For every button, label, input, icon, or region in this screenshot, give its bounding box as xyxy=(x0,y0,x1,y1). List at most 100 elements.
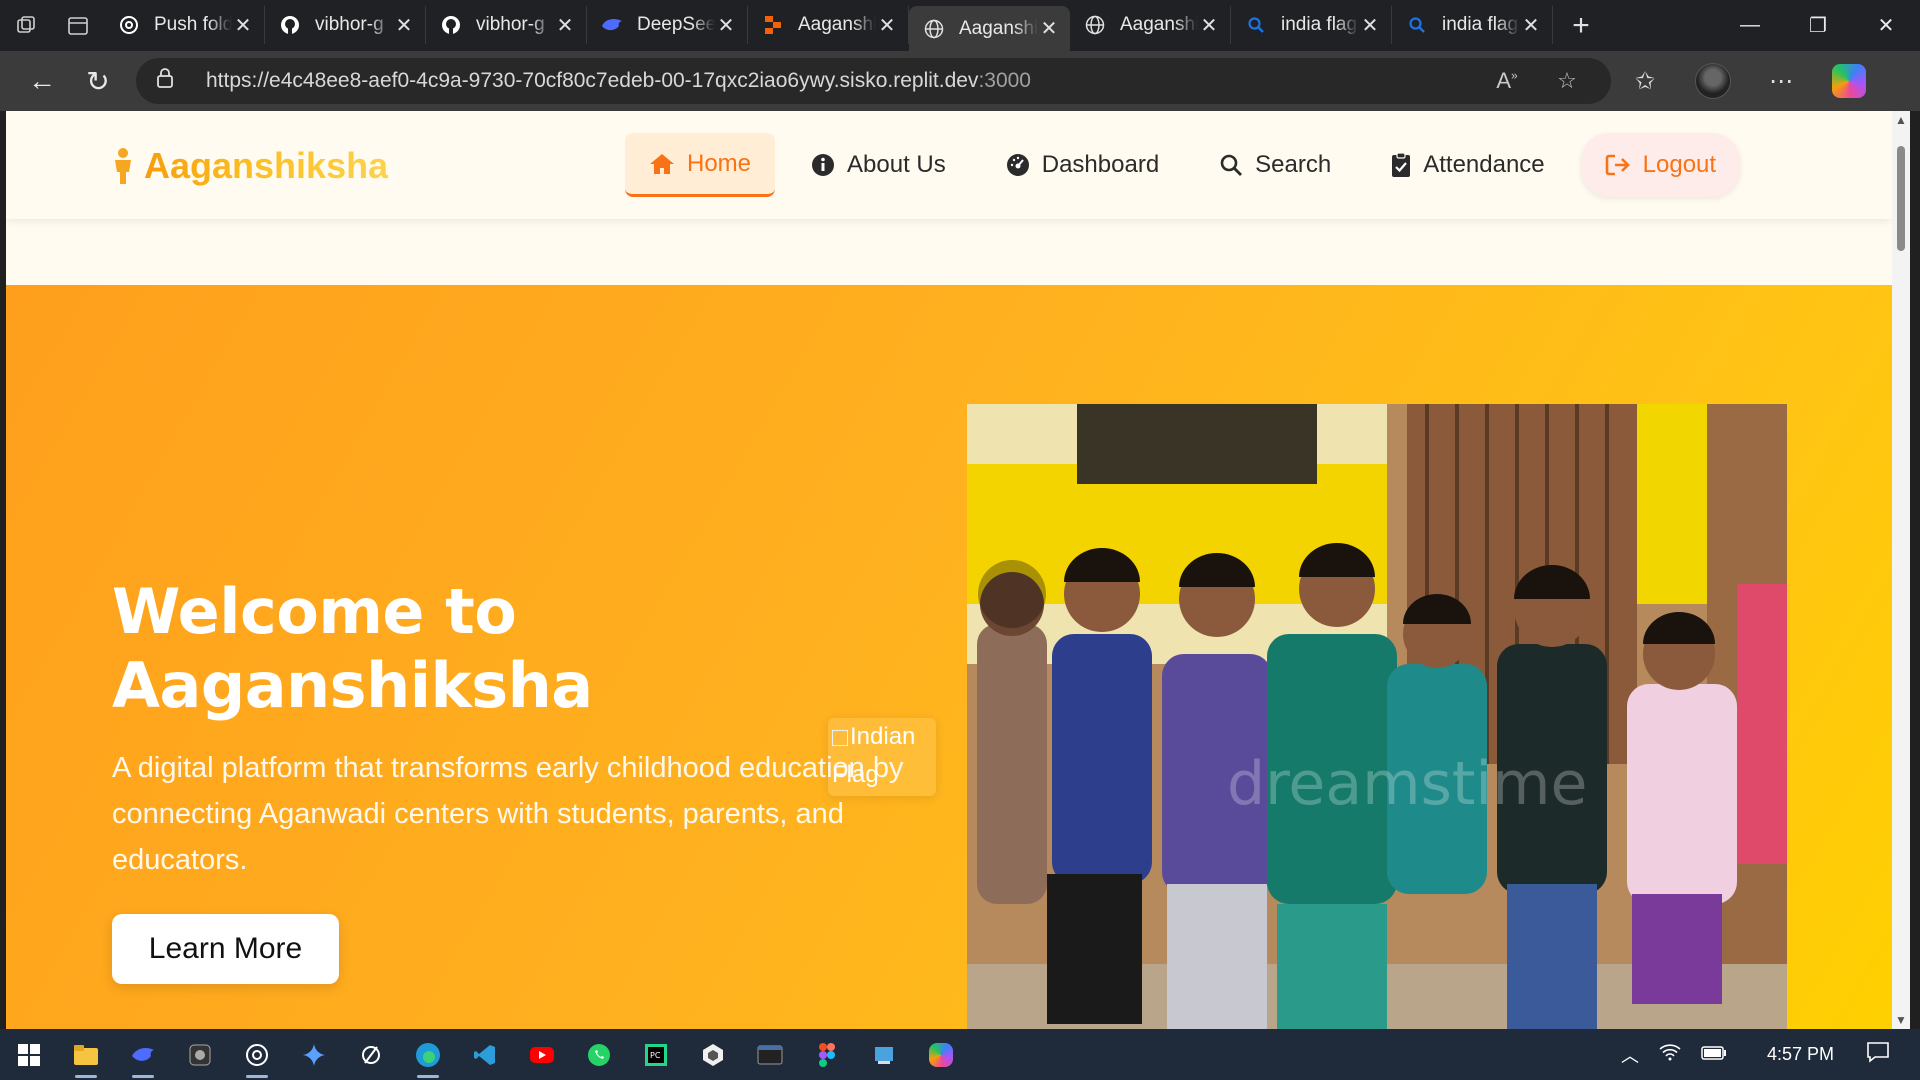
browser-tab-label: Aaganshiksha xyxy=(959,17,1038,39)
whatsapp-icon[interactable] xyxy=(570,1029,627,1080)
nav-about[interactable]: About Us xyxy=(787,133,970,197)
logout-button[interactable]: Logout xyxy=(1580,133,1741,197)
page-viewport: Aagan shiksha Home About Us Dashboard Sea… xyxy=(6,111,1892,1029)
browser-tab[interactable]: vibhor-g ✕ xyxy=(426,6,587,44)
browser-tab[interactable]: Aaganshiksha✕ xyxy=(1070,6,1231,44)
hero-title: Welcome to Aaganshiksha xyxy=(112,575,593,722)
restore-button[interactable]: ❐ xyxy=(1784,0,1852,51)
nav-attendance[interactable]: Attendance xyxy=(1367,133,1568,197)
app-icon-2[interactable] xyxy=(342,1029,399,1080)
search-icon xyxy=(1406,14,1428,36)
deepseek-icon xyxy=(601,14,623,36)
nav-search[interactable]: Search xyxy=(1195,133,1355,197)
browser-tab[interactable]: Aaganshiksha✕ xyxy=(748,6,909,44)
info-icon xyxy=(811,153,835,177)
address-bar-row: ← ↻ https://e4c48ee8-aef0-4c9a-9730-70cf… xyxy=(0,51,1920,111)
browser-tab[interactable]: india flag ✕ xyxy=(1392,6,1553,44)
browser-tab-label: vibhor-g xyxy=(315,14,384,35)
chevron-up-icon[interactable]: ︿ xyxy=(1621,1042,1639,1068)
favorites-icon[interactable]: ✩ xyxy=(1611,67,1679,96)
nav-dashboard[interactable]: Dashboard xyxy=(982,133,1183,197)
browser-tab[interactable]: Push folder✕ xyxy=(104,6,265,44)
lock-icon[interactable] xyxy=(156,67,186,95)
youtube-icon[interactable] xyxy=(513,1029,570,1080)
close-tab-icon[interactable]: ✕ xyxy=(232,13,254,38)
learn-more-button[interactable]: Learn More xyxy=(112,914,339,984)
child-icon xyxy=(115,148,131,184)
close-tab-icon[interactable]: ✕ xyxy=(1198,13,1220,38)
back-button[interactable]: ← xyxy=(14,53,70,109)
brand-text-part1: Aagan xyxy=(144,145,255,186)
scroll-up-arrow-icon[interactable]: ▲ xyxy=(1892,113,1910,127)
browser-tab-label: Push folder xyxy=(154,14,232,35)
gauge-icon xyxy=(1006,153,1030,177)
close-tab-icon[interactable]: ✕ xyxy=(1520,13,1542,38)
minimize-button[interactable]: — xyxy=(1716,0,1784,51)
home-icon xyxy=(649,152,675,176)
browser-tab-label: india flag xyxy=(1281,14,1358,35)
browser-tab[interactable]: india flag ✕ xyxy=(1231,6,1392,44)
github-icon xyxy=(279,14,301,36)
page-scrollbar[interactable]: ▲ ▼ xyxy=(1892,111,1910,1029)
workspaces-icon[interactable] xyxy=(0,0,52,51)
app-icon-1[interactable] xyxy=(171,1029,228,1080)
app-icon-3[interactable] xyxy=(684,1029,741,1080)
windows-taskbar: PC ︿ 4:57 PM xyxy=(0,1029,1920,1080)
indian-flag-image-broken: Indian Flag xyxy=(828,718,936,796)
nav-about-label: About Us xyxy=(847,151,946,178)
figma-icon[interactable] xyxy=(798,1029,855,1080)
browser-tab[interactable]: vibhor-g ✕ xyxy=(265,6,426,44)
close-tab-icon[interactable]: ✕ xyxy=(1359,13,1381,38)
favorite-star-icon[interactable]: ☆ xyxy=(1537,68,1597,94)
start-icon[interactable] xyxy=(0,1029,57,1080)
close-tab-icon[interactable]: ✕ xyxy=(554,13,576,38)
logout-label: Logout xyxy=(1642,151,1717,178)
nav-search-label: Search xyxy=(1255,151,1332,178)
close-tab-icon[interactable]: ✕ xyxy=(876,13,898,38)
read-aloud-icon[interactable]: A» xyxy=(1477,68,1537,94)
nav-home[interactable]: Home xyxy=(625,133,776,197)
more-menu-icon[interactable]: ⋯ xyxy=(1747,67,1815,96)
clock-time[interactable]: 4:57 PM xyxy=(1767,1044,1834,1065)
copilot-icon[interactable] xyxy=(1815,64,1883,98)
tab-actions-icon[interactable] xyxy=(52,0,104,51)
gemini-icon[interactable] xyxy=(285,1029,342,1080)
close-tab-icon[interactable]: ✕ xyxy=(393,13,415,38)
nav-dashboard-label: Dashboard xyxy=(1041,151,1160,178)
file-explorer-icon[interactable] xyxy=(57,1029,114,1080)
nav-home-label: Home xyxy=(687,149,752,177)
edge-icon[interactable] xyxy=(399,1029,456,1080)
browser-tab[interactable]: Aaganshiksha✕ xyxy=(909,6,1070,51)
search-icon xyxy=(1245,14,1267,36)
scroll-down-arrow-icon[interactable]: ▼ xyxy=(1892,1013,1910,1027)
close-window-button[interactable]: ✕ xyxy=(1852,0,1920,51)
url-port: :3000 xyxy=(978,69,1031,92)
search-icon xyxy=(1219,153,1243,177)
broken-image-icon xyxy=(832,730,848,746)
refresh-button[interactable]: ↻ xyxy=(70,53,126,109)
chatgpt-taskbar-icon[interactable] xyxy=(228,1029,285,1080)
browser-tab-label: DeepSeek xyxy=(637,14,715,35)
brand-text-part2: shiksha xyxy=(254,145,389,186)
children-photo: dreamstime xyxy=(967,404,1787,1029)
url-field[interactable]: https://e4c48ee8-aef0-4c9a-9730-70cf80c7… xyxy=(136,58,1611,104)
openai-icon xyxy=(118,14,140,36)
close-tab-icon[interactable]: ✕ xyxy=(1038,16,1060,41)
profile-avatar[interactable] xyxy=(1679,63,1747,99)
notification-icon[interactable] xyxy=(1866,1041,1890,1068)
pycharm-icon[interactable]: PC xyxy=(627,1029,684,1080)
copilot-taskbar-icon[interactable] xyxy=(912,1029,969,1080)
replit-icon xyxy=(762,14,784,36)
vscode-icon[interactable] xyxy=(456,1029,513,1080)
battery-icon[interactable] xyxy=(1701,1044,1727,1065)
close-tab-icon[interactable]: ✕ xyxy=(715,13,737,38)
app-icon-4[interactable] xyxy=(855,1029,912,1080)
wifi-icon[interactable] xyxy=(1659,1043,1681,1066)
terminal-icon[interactable] xyxy=(741,1029,798,1080)
browser-tab[interactable]: DeepSeek✕ xyxy=(587,6,748,44)
new-tab-button[interactable]: + xyxy=(1553,0,1609,51)
brand-logo[interactable]: Aagan shiksha xyxy=(110,145,388,187)
browser-tab-label: Aaganshiksha xyxy=(1120,14,1198,35)
scrollbar-thumb[interactable] xyxy=(1897,146,1905,251)
deepseek-taskbar-icon[interactable] xyxy=(114,1029,171,1080)
